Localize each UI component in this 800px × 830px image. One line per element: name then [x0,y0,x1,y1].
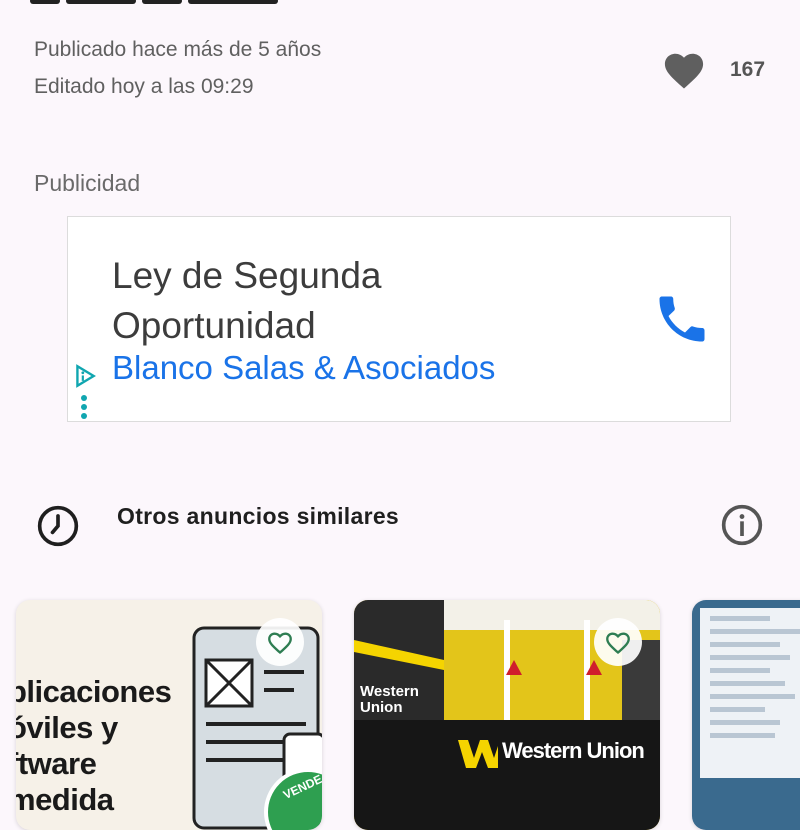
ad-banner[interactable]: Ley de Segunda Oportunidad Blanco Salas … [67,216,731,422]
card-text-line: medida [16,782,114,817]
phone-icon [659,296,705,342]
heart-outline-icon [268,632,292,655]
service-counter [354,720,660,830]
ad-advertiser-link[interactable]: Blanco Salas & Asociados [112,349,495,387]
more-vert-icon[interactable] [80,395,88,421]
wall-logo-text: Western Union [360,683,419,716]
like-count: 167 [730,58,766,81]
sale-badge-label: VENDE [280,771,322,803]
cut-off-text-fragment [30,0,290,4]
listing-card[interactable]: plicaciones óviles y ftware medida VENDE [16,600,322,830]
published-date: Publicado hace más de 5 años [34,38,322,61]
like-button[interactable] [656,44,712,94]
info-button[interactable] [720,503,764,547]
ad-call-button[interactable] [652,289,712,349]
ad-title: Ley de Segunda Oportunidad [112,251,382,351]
similar-listings-title: Otros anuncios similares [117,503,400,529]
ad-title-line-2: Oportunidad [112,305,316,346]
clock-icon [36,504,80,548]
advertising-label: Publicidad [34,170,141,196]
favorite-button[interactable] [256,618,304,666]
adchoices-icon [76,364,96,388]
heart-outline-icon [606,632,630,655]
card-text-line: ftware [16,746,97,781]
edited-date: Editado hoy a las 09:29 [34,75,254,98]
favorite-button[interactable] [594,618,642,666]
card-text-line: plicaciones [16,674,172,709]
western-union-w-logo [458,740,498,768]
info-icon [721,504,763,546]
listing-card-image-text: plicaciones óviles y ftware medida [16,674,172,818]
ad-title-line-1: Ley de Segunda [112,255,382,296]
laptop-screen-photo [700,608,800,778]
counter-logo-text: Western Union [502,738,645,763]
heart-filled-icon [664,53,704,89]
adchoices-button[interactable] [72,363,98,389]
card-text-line: óviles y [16,710,118,745]
listing-card[interactable] [692,600,800,830]
listing-card[interactable]: Western Union Western Union [354,600,660,830]
